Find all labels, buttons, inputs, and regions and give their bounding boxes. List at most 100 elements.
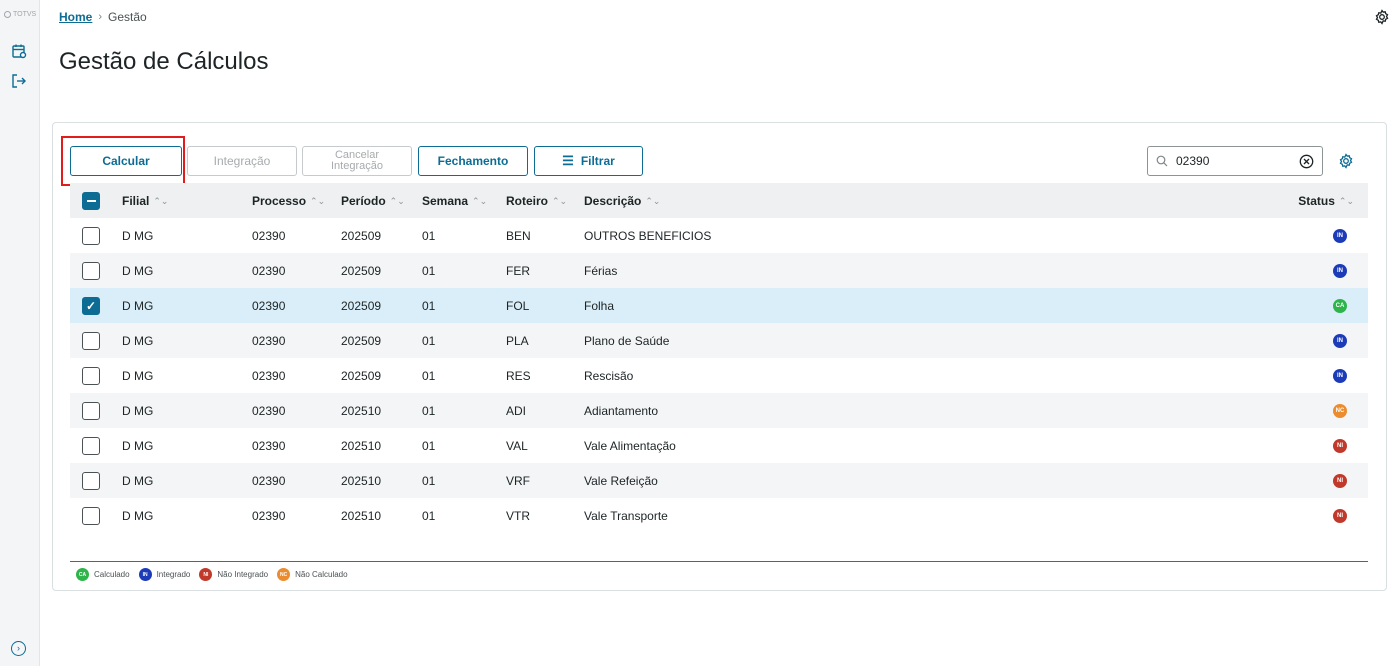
table-row[interactable]: D MG 02390 202509 01 FER Férias IN (70, 253, 1368, 288)
cell-processo: 02390 (252, 334, 286, 348)
filter-icon: ☰ (562, 153, 574, 168)
fechamento-button[interactable]: Fechamento (418, 146, 528, 176)
logout-icon[interactable] (11, 73, 27, 89)
legend-item: NI Não Integrado (199, 568, 268, 581)
status-badge: IN (1333, 264, 1347, 278)
select-all-checkbox[interactable] (82, 192, 100, 210)
search-input[interactable]: 02390 (1147, 146, 1323, 176)
search-value: 02390 (1176, 154, 1210, 168)
row-checkbox[interactable] (82, 332, 100, 350)
status-badge: NI (1333, 509, 1347, 523)
cell-periodo: 202509 (341, 229, 382, 243)
col-roteiro[interactable]: Roteiro ⌃⌄ (506, 194, 567, 208)
cell-semana: 01 (422, 439, 436, 453)
cell-filial: D MG (122, 404, 154, 418)
cell-filial: D MG (122, 299, 154, 313)
col-periodo[interactable]: Período ⌃⌄ (341, 194, 405, 208)
table-row[interactable]: D MG 02390 202509 01 RES Rescisão IN (70, 358, 1368, 393)
cell-filial: D MG (122, 509, 154, 523)
totvs-logo: TOTVS (4, 11, 36, 18)
search-icon (1156, 155, 1168, 167)
status-badge: IN (1333, 334, 1347, 348)
row-checkbox[interactable] (82, 507, 100, 525)
legend-item: CA Calculado (76, 568, 130, 581)
cancelar-label-line2: Integração (331, 160, 383, 172)
cell-semana: 01 (422, 509, 436, 523)
cell-descricao: Vale Alimentação (584, 439, 676, 453)
row-checkbox[interactable] (82, 472, 100, 490)
cancelar-integracao-button[interactable]: Cancelar Integração (302, 146, 412, 176)
row-checkbox[interactable] (82, 227, 100, 245)
calcular-button[interactable]: Calcular (70, 146, 182, 176)
cell-semana: 01 (422, 369, 436, 383)
cell-semana: 01 (422, 299, 436, 313)
breadcrumb: Home › Gestão (59, 10, 147, 24)
cell-processo: 02390 (252, 369, 286, 383)
integracao-button[interactable]: Integração (187, 146, 297, 176)
cell-processo: 02390 (252, 509, 286, 523)
col-filial[interactable]: Filial ⌃⌄ (122, 194, 168, 208)
status-badge: NC (1333, 404, 1347, 418)
cell-processo: 02390 (252, 264, 286, 278)
table-settings-gear-icon[interactable] (1338, 153, 1354, 169)
cell-roteiro: FOL (506, 299, 530, 313)
row-checkbox[interactable] (82, 437, 100, 455)
col-descricao[interactable]: Descrição ⌃⌄ (584, 194, 660, 208)
legend-label: Não Calculado (295, 570, 348, 579)
cell-periodo: 202509 (341, 264, 382, 278)
table-row[interactable]: D MG 02390 202510 01 ADI Adiantamento NC (70, 393, 1368, 428)
table-row[interactable]: ✓ D MG 02390 202509 01 FOL Folha CA (70, 288, 1368, 323)
table-row[interactable]: D MG 02390 202510 01 VRF Vale Refeição NI (70, 463, 1368, 498)
sidebar: TOTVS › (0, 0, 40, 666)
page-title: Gestão de Cálculos (59, 48, 269, 75)
cell-periodo: 202509 (341, 299, 382, 313)
status-badge: CA (1333, 299, 1347, 313)
table-row[interactable]: D MG 02390 202510 01 VAL Vale Alimentação NI (70, 428, 1368, 463)
row-checkbox[interactable] (82, 262, 100, 280)
cell-filial: D MG (122, 229, 154, 243)
cell-periodo: 202509 (341, 369, 382, 383)
row-checkbox[interactable]: ✓ (82, 297, 100, 315)
cell-semana: 01 (422, 229, 436, 243)
cell-processo: 02390 (252, 299, 286, 313)
col-processo[interactable]: Processo ⌃⌄ (252, 194, 325, 208)
cell-periodo: 202510 (341, 474, 382, 488)
col-semana[interactable]: Semana ⌃⌄ (422, 194, 487, 208)
legend-label: Calculado (94, 570, 130, 579)
cell-semana: 01 (422, 264, 436, 278)
cell-roteiro: VTR (506, 509, 530, 523)
cell-periodo: 202510 (341, 439, 382, 453)
cell-roteiro: BEN (506, 229, 531, 243)
cell-processo: 02390 (252, 474, 286, 488)
legend-item: NC Não Calculado (277, 568, 348, 581)
table-row[interactable]: D MG 02390 202510 01 VTR Vale Transporte NI (70, 498, 1368, 533)
cell-periodo: 202509 (341, 334, 382, 348)
chevron-right-icon: › (98, 11, 103, 23)
cell-roteiro: FER (506, 264, 530, 278)
legend-divider (70, 561, 1368, 562)
cell-descricao: Plano de Saúde (584, 334, 670, 348)
breadcrumb-home-link[interactable]: Home (59, 10, 92, 24)
col-status[interactable]: Status ⌃⌄ (1298, 194, 1354, 208)
status-badge: IN (1333, 229, 1347, 243)
clear-search-icon[interactable] (1299, 154, 1314, 169)
cell-descricao: Adiantamento (584, 404, 659, 418)
cell-descricao: Vale Transporte (584, 509, 668, 523)
table-row[interactable]: D MG 02390 202509 01 PLA Plano de Saúde IN (70, 323, 1368, 358)
cell-processo: 02390 (252, 439, 286, 453)
cell-descricao: Rescisão (584, 369, 634, 383)
legend-item: IN Integrado (138, 568, 190, 581)
table-row[interactable]: D MG 02390 202509 01 BEN OUTROS BENEFICIOS IN (70, 218, 1368, 253)
filtrar-label: Filtrar (580, 154, 615, 168)
row-checkbox[interactable] (82, 367, 100, 385)
cell-filial: D MG (122, 474, 154, 488)
cell-filial: D MG (122, 334, 154, 348)
calendar-icon[interactable] (11, 43, 27, 59)
row-checkbox[interactable] (82, 402, 100, 420)
expand-sidebar-icon[interactable]: › (11, 641, 26, 656)
cell-periodo: 202510 (341, 509, 382, 523)
table-header: Filial ⌃⌄ Processo ⌃⌄ Período ⌃⌄ Semana ⌃⌄ R… (70, 183, 1368, 218)
filtrar-button[interactable]: ☰ Filtrar (534, 146, 643, 176)
cell-descricao: Férias (584, 264, 618, 278)
settings-gear-icon[interactable] (1374, 9, 1390, 25)
